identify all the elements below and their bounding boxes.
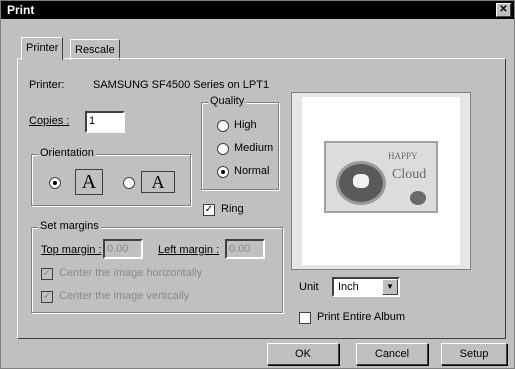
setup-button[interactable]: Setup [441, 343, 507, 365]
unit-label: Unit [299, 281, 319, 293]
preview-page: HAPPY Cloud [302, 97, 460, 265]
copies-input[interactable]: 1 [85, 111, 125, 133]
top-margin-label: Top margin : [41, 244, 102, 256]
print-dialog: Print ✕ Printer Rescale Printer: SAMSUNG… [0, 0, 515, 369]
unit-value: Inch [338, 281, 359, 293]
quality-normal-radio[interactable] [217, 166, 229, 178]
tab-rescale[interactable]: Rescale [70, 39, 120, 60]
orientation-portrait-radio[interactable] [49, 177, 61, 189]
dog-photo [336, 161, 386, 205]
chevron-down-icon[interactable]: ▼ [382, 279, 398, 295]
ring-checkbox[interactable]: ✓ [203, 204, 215, 216]
top-margin-input[interactable]: 0.00 [103, 239, 143, 259]
printer-label: Printer: [29, 79, 65, 91]
quality-medium-label: Medium [234, 142, 274, 154]
quality-high-radio[interactable] [217, 120, 229, 132]
orientation-legend: Orientation [38, 147, 96, 159]
print-entire-album-checkbox[interactable] [299, 312, 311, 324]
tab-printer[interactable]: Printer [21, 37, 64, 60]
preview-image: HAPPY Cloud [324, 141, 438, 213]
ok-button[interactable]: OK [267, 343, 339, 365]
center-horizontal-label: Center the image horizontally [59, 267, 203, 279]
left-margin-input[interactable]: 0.00 [225, 239, 265, 259]
window-title: Print [7, 3, 35, 17]
landscape-a-icon: A [141, 171, 175, 193]
print-preview: HAPPY Cloud [291, 92, 471, 270]
quality-high-label: High [234, 119, 257, 131]
unit-select[interactable]: Inch ▼ [332, 277, 400, 297]
print-entire-album-label: Print Entire Album [317, 311, 406, 323]
center-horizontal-checkbox[interactable]: ✓ [41, 268, 53, 280]
orientation-landscape-radio[interactable] [123, 177, 135, 189]
margins-legend: Set margins [38, 220, 101, 232]
printer-name: SAMSUNG SF4500 Series on LPT1 [93, 79, 270, 91]
quality-medium-radio[interactable] [217, 143, 229, 155]
title-bar: Print ✕ [1, 1, 514, 19]
center-vertical-label: Center the image vertically [59, 290, 190, 302]
left-margin-label: Left margin : [158, 244, 220, 256]
preview-headline-small: HAPPY [388, 151, 418, 161]
quality-legend: Quality [208, 95, 247, 107]
close-icon[interactable]: ✕ [496, 3, 511, 17]
copies-label: Copies : [29, 115, 70, 127]
portrait-a-icon: A [75, 169, 103, 195]
ring-label: Ring [221, 203, 244, 215]
center-vertical-checkbox[interactable]: ✓ [41, 291, 53, 303]
flower-decoration [410, 191, 426, 205]
preview-headline-large: Cloud [392, 167, 427, 182]
cancel-button[interactable]: Cancel [356, 343, 428, 365]
quality-normal-label: Normal [234, 165, 270, 177]
